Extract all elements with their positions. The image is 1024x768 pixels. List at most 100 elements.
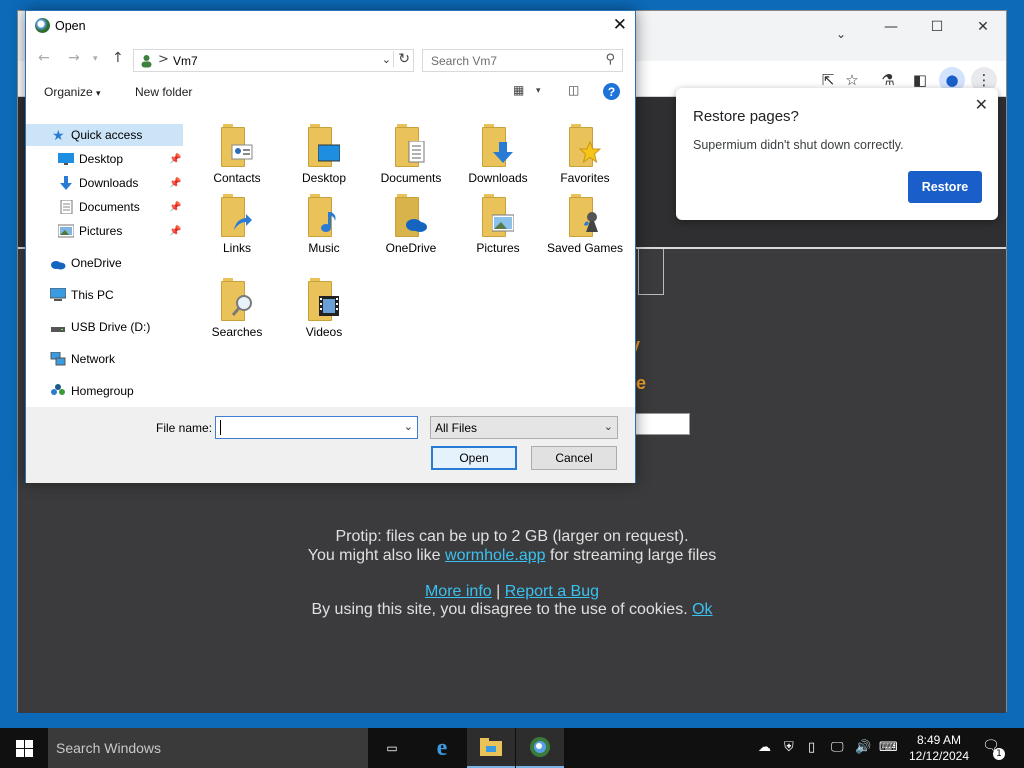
sidebar-item-desktop[interactable]: Desktop 📌 [26,148,183,170]
volume-icon[interactable]: 🔊 [855,740,871,755]
restore-popup-message: Supermium didn't shut down correctly. [693,138,904,152]
search-box[interactable]: Search Vm7 ⚲ [422,49,623,72]
sidebar-item-documents[interactable]: Documents 📌 [26,196,183,218]
file-label: Pictures [476,241,520,255]
internet-explorer-icon[interactable]: e [418,728,466,768]
folder-music[interactable]: Music [284,194,364,261]
cookies-ok-link[interactable]: Ok [692,601,712,618]
sidebar-item-homegroup[interactable]: Homegroup [26,380,183,402]
file-label: Desktop [301,171,347,185]
folder-saved-games[interactable]: Saved Games [545,194,625,261]
file-label: Videos [305,325,343,339]
help-button[interactable]: ? [603,83,620,100]
sidebar-item-network[interactable]: Network [26,348,183,370]
pin-icon[interactable]: 📌 [169,226,181,237]
usb-device-icon[interactable]: ▯ [808,740,815,755]
cookies-line: By using this site, you disagree to the … [18,601,1006,619]
link-separator: | [496,583,501,600]
taskbar: Search Windows ▭ e ☁ ⛨ ▯ 🖵 🔊 ⌨ 8:49 AM 1… [0,728,1024,768]
file-name-dropdown-icon[interactable]: ⌄ [404,420,413,433]
file-type-select[interactable]: All Files ⌄ [430,416,618,439]
cancel-button[interactable]: Cancel [531,446,617,470]
pin-icon[interactable]: 📌 [169,202,181,213]
file-explorer-icon[interactable] [467,728,515,768]
view-options-icon[interactable]: ▦ [513,83,524,97]
folder-downloads[interactable]: Downloads [458,124,538,191]
file-label: Contacts [213,171,261,185]
maximize-button[interactable]: ☐ [914,15,960,39]
onedrive-tray-icon[interactable]: ☁ [758,740,771,755]
open-button[interactable]: Open [431,446,517,470]
picture-icon [58,224,74,238]
open-file-dialog: Open ✕ ← → ▾ ↑ > Vm7 ⌄ ↻ Search Vm7 ⚲ Or… [25,10,636,483]
sidebar-item-label: USB Drive (D:) [71,320,151,334]
report-bug-link[interactable]: Report a Bug [505,583,599,600]
sidebar-item-label: Downloads [79,176,139,190]
sidebar-item-usb-drive[interactable]: USB Drive (D:) [26,316,183,338]
refresh-icon[interactable]: ↻ [393,51,410,67]
search-icon[interactable]: ⚲ [605,52,615,67]
sidebar-item-downloads[interactable]: Downloads 📌 [26,172,183,194]
start-button[interactable] [0,728,48,768]
folder-searches[interactable]: Searches [197,278,277,345]
recent-locations-chevron-icon[interactable]: ▾ [93,54,98,64]
folder-onedrive[interactable]: OneDrive [371,194,451,261]
tab-search-chevron-icon[interactable]: ⌄ [836,27,846,41]
folder-desktop[interactable]: Desktop [284,124,364,191]
address-bar[interactable]: > Vm7 ⌄ ↻ [133,49,414,72]
close-icon[interactable]: ✕ [975,95,988,114]
wormhole-link[interactable]: wormhole.app [445,547,546,564]
taskbar-search-box[interactable]: Search Windows [48,728,368,768]
organize-label: Organize [44,85,93,99]
file-name-input[interactable]: ⌄ [215,416,418,439]
forward-arrow-icon[interactable]: → [68,50,80,66]
folder-documents[interactable]: Documents [371,124,451,191]
desktop-folder-icon [308,124,340,167]
folder-pictures[interactable]: Pictures [458,194,538,261]
network-icon [50,352,66,366]
dialog-close-button[interactable]: ✕ [613,15,627,35]
back-arrow-icon[interactable]: ← [38,50,50,66]
close-window-button[interactable]: ✕ [960,15,1006,39]
also-like-prefix: You might also like [307,547,441,564]
new-folder-button[interactable]: New folder [135,85,192,99]
view-options-chevron-icon[interactable]: ▾ [536,86,541,96]
folder-favorites[interactable]: Favorites [545,124,625,191]
drive-icon [51,327,65,332]
search-placeholder: Search Vm7 [431,54,498,68]
pin-icon[interactable]: 📌 [169,154,181,165]
organize-menu[interactable]: Organize ▾ [44,85,101,99]
up-arrow-icon[interactable]: ↑ [112,50,124,66]
pin-icon[interactable]: 📌 [169,178,181,189]
sidebar-item-quick-access[interactable]: ★ Quick access [26,124,183,146]
breadcrumb-location[interactable]: Vm7 [173,54,198,68]
task-view-icon[interactable]: ▭ [368,728,416,768]
file-label: Favorites [560,171,610,185]
more-info-link[interactable]: More info [425,583,492,600]
folder-contacts[interactable]: Contacts [197,124,277,191]
page-textarea[interactable] [635,413,690,435]
clock-time: 8:49 AM [916,733,962,747]
folder-links[interactable]: Links [197,194,277,261]
supermium-browser-icon[interactable] [516,728,564,768]
security-shield-icon[interactable]: ⛨ [784,740,794,755]
restore-button[interactable]: Restore [908,171,982,203]
keyboard-icon[interactable]: ⌨ [879,740,898,755]
sidebar-item-onedrive[interactable]: OneDrive [26,252,183,274]
network-tray-icon[interactable]: 🖵 [831,740,844,755]
accent-text-2: e [636,373,647,393]
file-name-label: File name: [156,421,213,435]
dialog-title: Open [55,19,86,33]
address-dropdown-icon[interactable]: ⌄ [382,53,391,66]
action-center-icon[interactable]: 🗨 1 [982,738,1005,760]
sidebar-item-this-pc[interactable]: This PC [26,284,183,306]
sidebar-item-pictures[interactable]: Pictures 📌 [26,220,183,242]
file-type-value: All Files [435,421,478,435]
minimize-button[interactable]: — [868,15,914,39]
breadcrumb-separator: > [158,52,169,67]
folder-videos[interactable]: Videos [284,278,364,345]
preview-pane-icon[interactable]: ◫ [568,83,579,97]
taskbar-clock[interactable]: 8:49 AM 12/12/2024 [904,732,974,764]
protip-text: Protip: files can be up to 2 GB (larger … [335,528,689,545]
restore-popup-title: Restore pages? [693,108,799,125]
